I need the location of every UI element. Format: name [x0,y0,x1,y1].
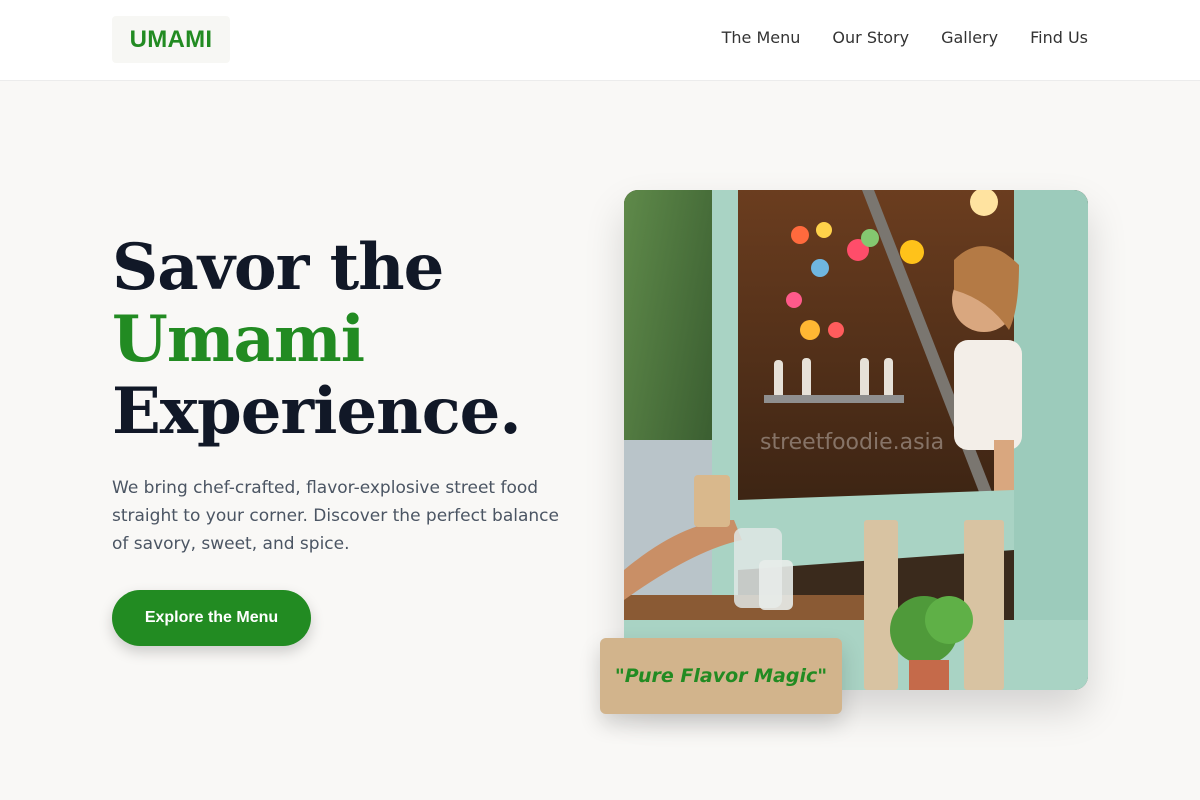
nav-link-our-story[interactable]: Our Story [832,28,909,47]
nav-link-gallery[interactable]: Gallery [941,28,998,47]
headline-accent: Umami [112,302,365,377]
photo-watermark: streetfoodie.asia [760,430,945,455]
quote-badge: "Pure Flavor Magic" [600,638,842,714]
explore-menu-button[interactable]: Explore the Menu [112,590,311,646]
main-nav: The Menu Our Story Gallery Find Us [722,28,1088,47]
hero-headline: Savor the Umami Experience. [112,230,522,449]
logo[interactable]: UMAMI [112,16,230,63]
headline-line-1: Savor the [112,230,444,305]
nav-link-find-us[interactable]: Find Us [1030,28,1088,47]
hero-photo: streetfoodie.asia [624,190,1088,690]
nav-link-menu[interactable]: The Menu [722,28,801,47]
site-header: UMAMI The Menu Our Story Gallery Find Us [0,0,1200,81]
hero-lead: We bring chef-crafted, flavor-explosive … [112,478,559,554]
headline-line-3: Experience. [112,374,522,449]
